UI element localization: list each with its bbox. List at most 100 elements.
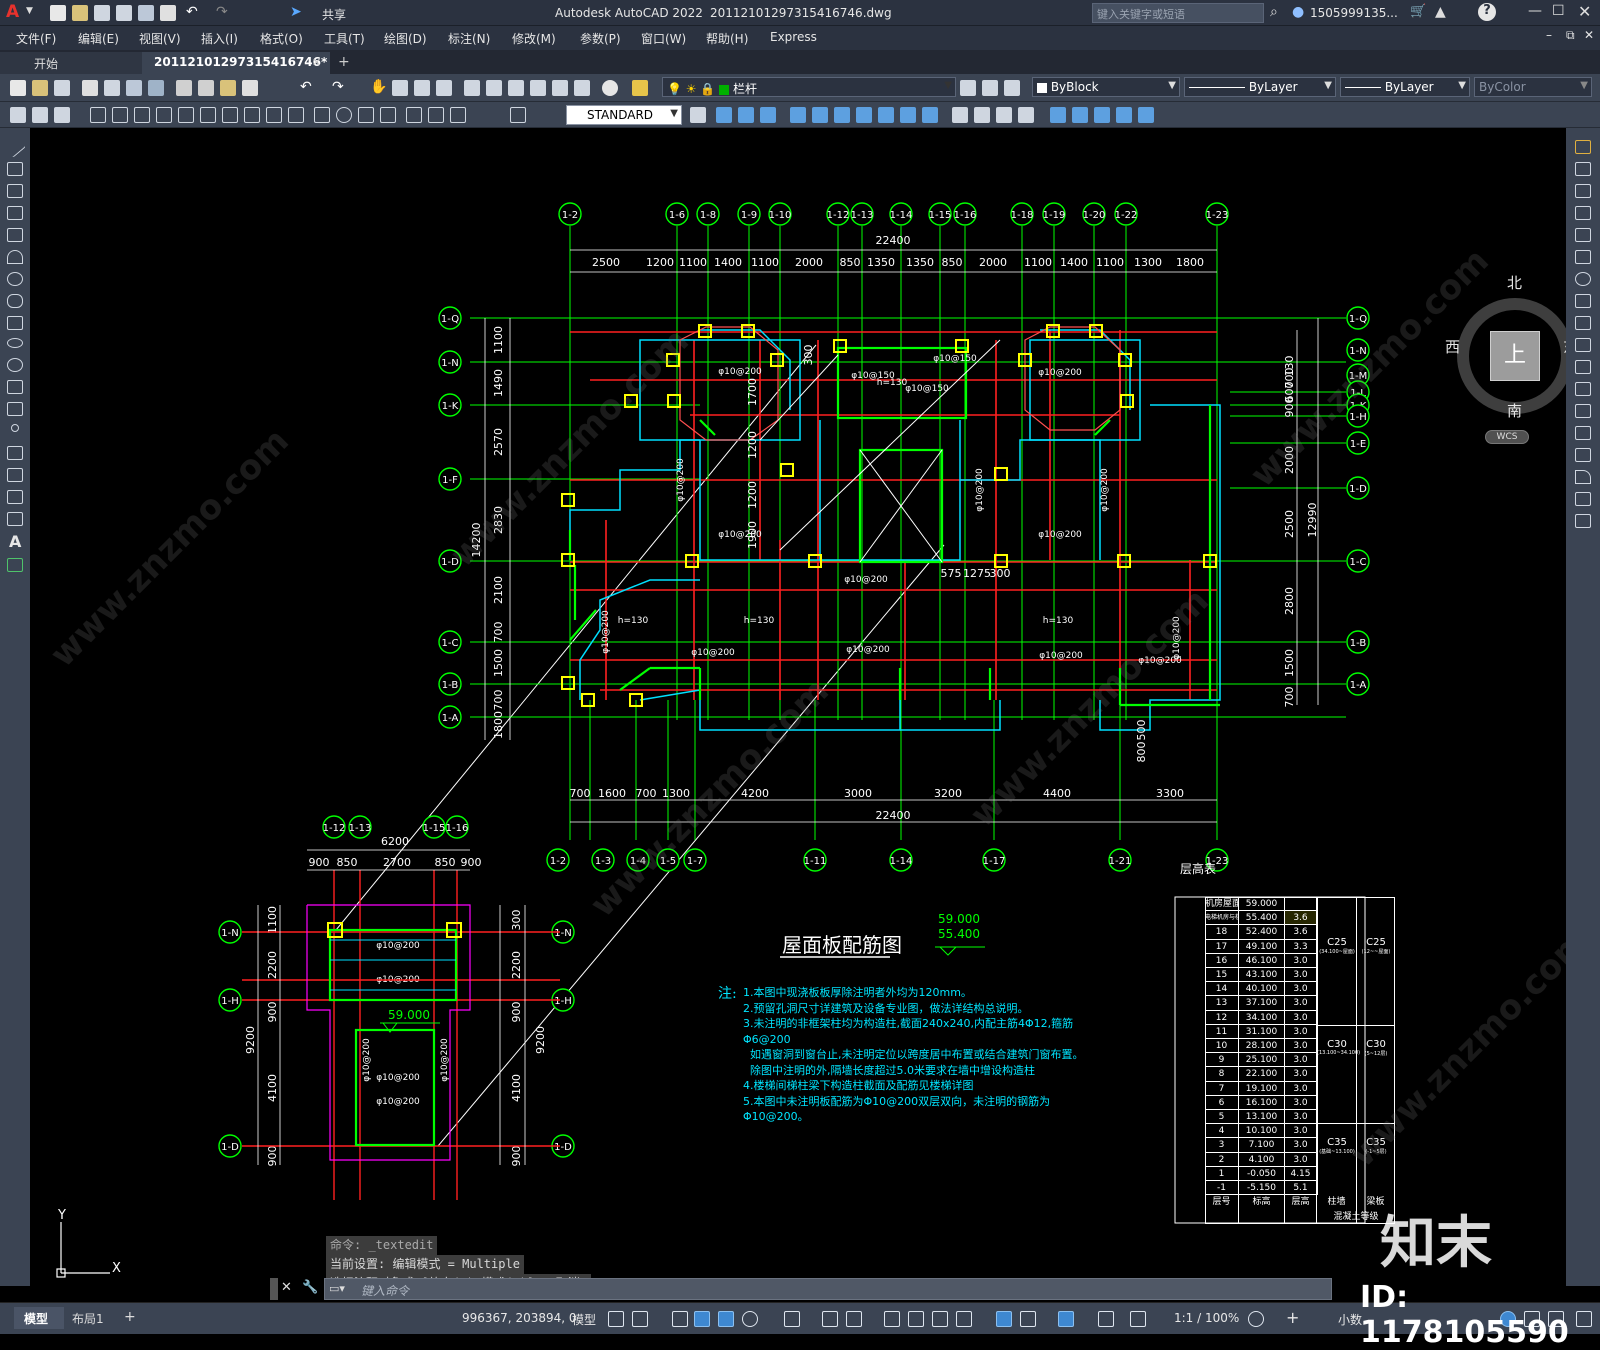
view-icon-7[interactable] [856, 107, 872, 123]
publish-icon[interactable] [126, 80, 142, 96]
view-icon-15[interactable] [1050, 107, 1066, 123]
view-icon-14[interactable] [1018, 107, 1034, 123]
dim-continue-icon[interactable] [244, 107, 260, 123]
dimstyle-manager-icon[interactable] [690, 107, 706, 123]
view-icon-3[interactable] [760, 107, 776, 123]
mtext-icon[interactable]: A [9, 532, 21, 551]
layer-state-icon[interactable] [982, 80, 998, 96]
selection-filter-icon[interactable] [1020, 1311, 1036, 1327]
layer-iso-icon[interactable] [1004, 80, 1020, 96]
view-icon-19[interactable] [1138, 107, 1154, 123]
dim-diameter-icon[interactable] [156, 107, 172, 123]
annotation-monitor-icon[interactable]: + [1286, 1308, 1299, 1327]
share-label[interactable]: 共享 [322, 6, 346, 23]
view-icon-10[interactable] [922, 107, 938, 123]
redo-icon[interactable]: ↷ [332, 80, 348, 96]
autocad-logo[interactable]: A [6, 2, 19, 22]
autodesk-a-icon[interactable]: ▲ [1435, 4, 1446, 20]
menu-parametric[interactable]: 参数(P) [580, 30, 621, 47]
pan-icon[interactable]: ✋ [370, 80, 387, 96]
app-menu-arrow-icon[interactable]: ▼ [26, 6, 33, 16]
view-icon-1[interactable] [716, 107, 732, 123]
tab-model[interactable]: 模型 [14, 1307, 64, 1329]
view-icon-18[interactable] [1116, 107, 1132, 123]
autoscale-icon[interactable] [1130, 1311, 1146, 1327]
dim-ordinate-icon[interactable] [90, 107, 106, 123]
menu-view[interactable]: 视图(V) [139, 30, 181, 47]
lock-icon[interactable]: 🔒 [700, 82, 715, 96]
revcloud-icon[interactable] [7, 294, 23, 308]
break-point-icon[interactable] [1575, 382, 1591, 396]
new-icon[interactable] [50, 5, 66, 21]
view-icon-11[interactable] [952, 107, 968, 123]
annotation-visibility-icon[interactable] [1098, 1311, 1114, 1327]
new-icon[interactable] [10, 80, 26, 96]
inspect-icon[interactable] [358, 107, 374, 123]
plot-icon[interactable] [160, 5, 176, 21]
user-icon[interactable]: ● [1292, 4, 1304, 20]
jogged-linear-icon[interactable] [380, 107, 396, 123]
designcenter-icon[interactable] [486, 80, 502, 96]
layer-dropdown[interactable]: 💡 ☀ 🔒 栏杆 ▼ [662, 77, 956, 97]
plotstyle-dropdown[interactable]: ByColor ▼ [1474, 77, 1592, 97]
view-icon-5[interactable] [812, 107, 828, 123]
array-icon[interactable] [1575, 228, 1591, 242]
blend-icon[interactable] [1575, 492, 1591, 506]
menu-window[interactable]: 窗口(W) [641, 30, 686, 47]
dim-style-icon[interactable] [510, 107, 526, 123]
model-space-toggle[interactable]: 模型 [572, 1311, 596, 1328]
undo-icon[interactable]: ↶ [186, 5, 202, 21]
viewcube-north[interactable]: 北 [1507, 272, 1522, 293]
ellipse-arc-icon[interactable] [7, 358, 23, 372]
units-readout[interactable]: 小数 [1338, 1311, 1362, 1328]
break-icon[interactable] [1575, 404, 1591, 418]
preview-icon[interactable] [104, 80, 120, 96]
redo-icon[interactable]: ↷ [216, 5, 232, 21]
chevron-down-icon[interactable]: ▼ [944, 80, 952, 91]
dim-text-edit-icon[interactable] [428, 107, 444, 123]
menu-express[interactable]: Express [770, 30, 817, 44]
mirror-icon[interactable] [1575, 184, 1591, 198]
chevron-down-icon[interactable]: ▼ [1324, 80, 1332, 91]
menu-edit[interactable]: 编辑(E) [78, 30, 119, 47]
ortho-icon[interactable] [718, 1311, 734, 1327]
markup-icon[interactable] [552, 80, 568, 96]
doc-minimize-button[interactable]: – [1546, 28, 1552, 42]
view-icon-2[interactable] [738, 107, 754, 123]
layer-manager-icon[interactable] [632, 80, 648, 96]
sheetset-icon[interactable] [530, 80, 546, 96]
paste-icon[interactable] [220, 80, 236, 96]
chamfer-icon[interactable] [1575, 448, 1591, 462]
hatch-icon[interactable] [7, 446, 23, 460]
polygon-icon[interactable] [7, 206, 23, 220]
matchprop-icon[interactable] [242, 80, 258, 96]
command-customize-icon[interactable]: 🔧 [302, 1280, 318, 1295]
3dprint-icon[interactable] [148, 80, 164, 96]
arc-icon[interactable] [7, 250, 23, 264]
color-dropdown[interactable]: ByBlock ▼ [1032, 77, 1180, 97]
stretch-icon[interactable] [1575, 316, 1591, 330]
new-tab-button[interactable]: + [338, 54, 350, 70]
osnap-icon[interactable] [846, 1311, 862, 1327]
fillet-icon[interactable] [1575, 470, 1591, 484]
dim-space-icon[interactable] [266, 107, 282, 123]
dimstyle-dropdown[interactable]: STANDARD ▼ [566, 105, 682, 125]
search-icon[interactable]: ⌕ [1270, 4, 1278, 20]
make-block-icon[interactable] [7, 402, 23, 416]
move-icon[interactable] [1575, 250, 1591, 264]
close-button[interactable]: ✕ [1578, 2, 1591, 21]
dynamic-input-icon[interactable] [694, 1311, 710, 1327]
calc-icon[interactable] [574, 80, 590, 96]
zoom-previous-icon[interactable] [436, 80, 452, 96]
copy-object-icon[interactable] [1575, 162, 1591, 176]
scale-icon[interactable] [1575, 294, 1591, 308]
web-icon[interactable] [138, 5, 154, 21]
chevron-down-icon[interactable]: ▼ [1458, 80, 1466, 91]
viewcube-east[interactable]: 东 [1563, 336, 1566, 357]
cut-icon[interactable] [176, 80, 192, 96]
tab-layout1[interactable]: 布局1 [64, 1307, 120, 1329]
view-icon-4[interactable] [790, 107, 806, 123]
construction-line-icon[interactable] [7, 162, 23, 176]
search-field[interactable]: 键入关键字或短语 [1092, 3, 1264, 23]
dim-quick-icon[interactable] [200, 107, 216, 123]
